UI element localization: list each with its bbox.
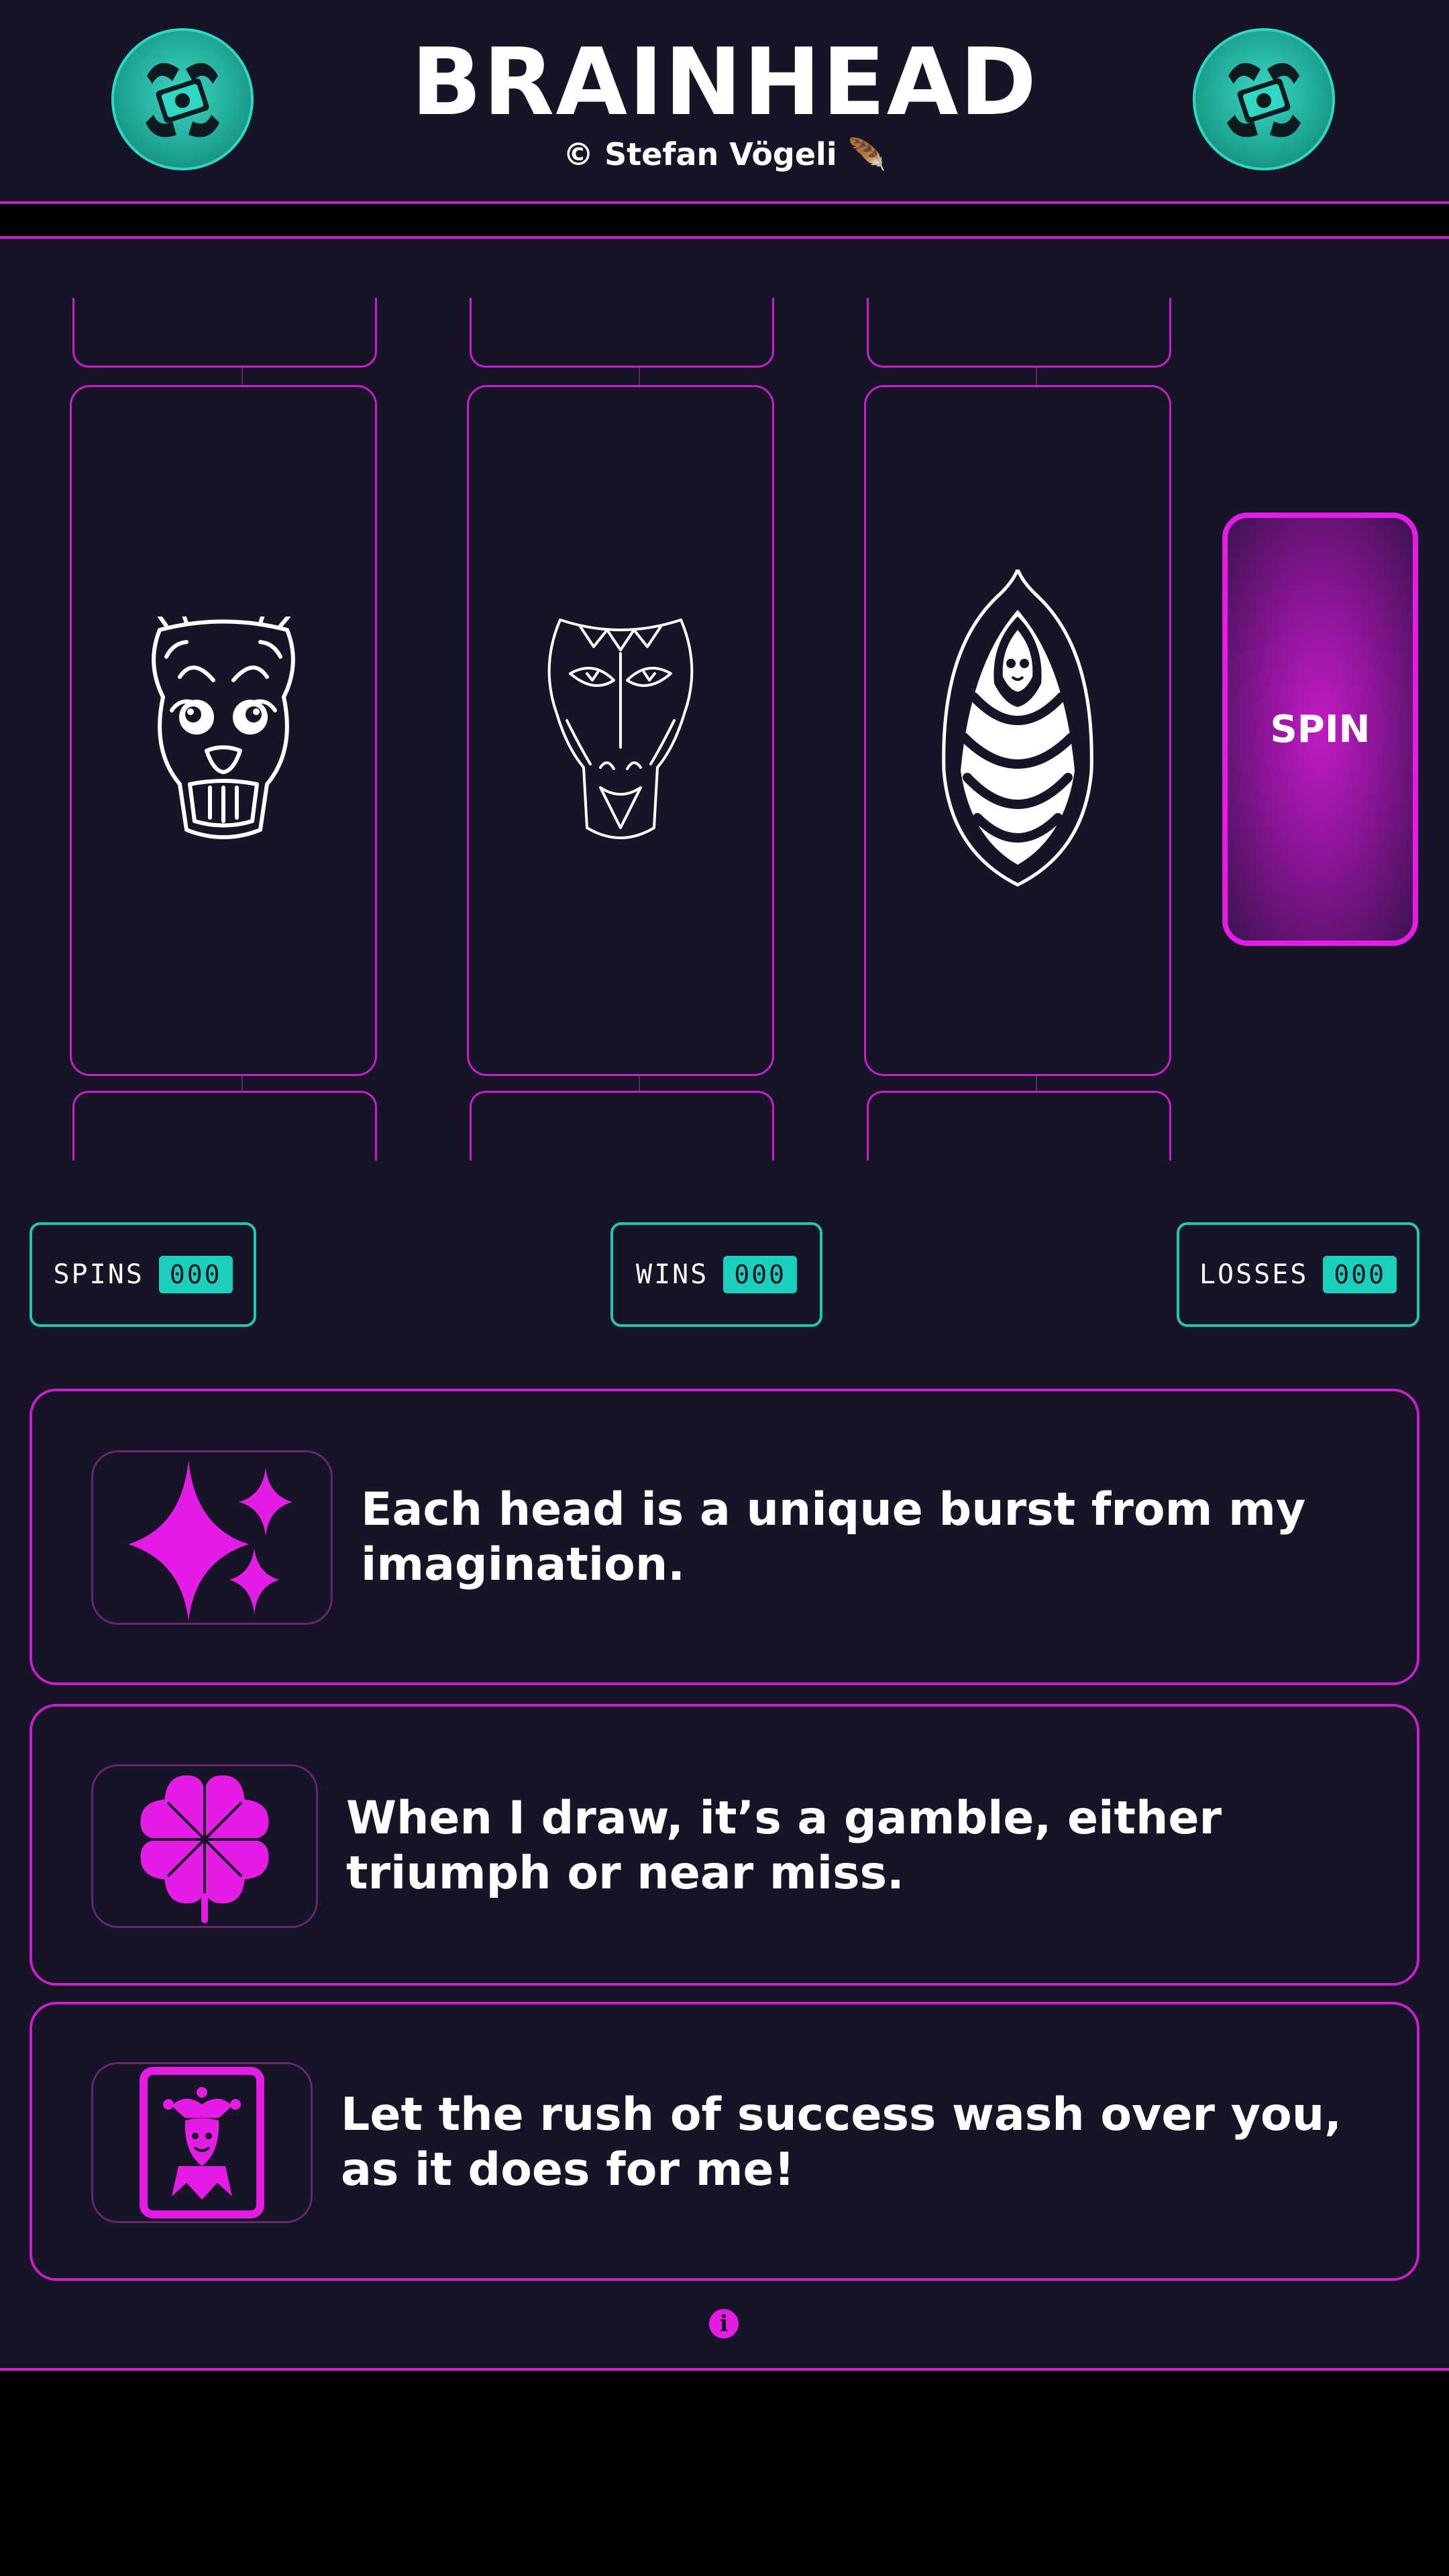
reel-connector bbox=[1036, 368, 1037, 385]
wins-value: 000 bbox=[723, 1256, 797, 1293]
owl-mask-head-drawing bbox=[547, 619, 694, 839]
footer-divider bbox=[0, 2368, 1449, 2371]
reel-3 bbox=[864, 385, 1171, 1076]
reel-2 bbox=[467, 385, 774, 1076]
info-card-gamble: When I draw, it’s a gamble, either trium… bbox=[30, 1704, 1419, 1986]
reel-connector bbox=[639, 368, 640, 385]
card-icon-frame bbox=[91, 1450, 333, 1625]
reel-connector bbox=[639, 1076, 640, 1091]
sparkles-icon bbox=[128, 1460, 292, 1621]
info-card-success: Let the rush of success wash over you, a… bbox=[30, 2002, 1419, 2281]
joker-card-icon bbox=[140, 2067, 264, 2218]
card-icon-frame bbox=[91, 2062, 313, 2223]
card-text-gamble: When I draw, it’s a gamble, either trium… bbox=[346, 1792, 1222, 1900]
losses-label: LOSSES bbox=[1199, 1259, 1309, 1290]
header: BRAINHEAD © Stefan Vögeli 🪶 bbox=[0, 0, 1449, 204]
reel-connector bbox=[241, 1076, 243, 1091]
spin-button[interactable]: SPIN bbox=[1222, 513, 1418, 946]
info-icon[interactable]: i bbox=[709, 2309, 739, 2339]
header-divider bbox=[0, 204, 1449, 239]
reel-2-prev-slot bbox=[470, 298, 774, 368]
reel-2-next-slot bbox=[470, 1091, 774, 1161]
wins-label: WINS bbox=[636, 1259, 709, 1290]
reel-1-next-slot bbox=[72, 1091, 377, 1161]
reel-3-next-slot bbox=[867, 1091, 1171, 1161]
reel-connector bbox=[241, 368, 243, 385]
losses-value: 000 bbox=[1323, 1256, 1397, 1293]
striped-leaf-face-drawing bbox=[942, 570, 1093, 887]
card-icon-frame bbox=[91, 1764, 318, 1928]
spins-counter: SPINS 000 bbox=[30, 1222, 256, 1327]
card-text-success: Let the rush of success wash over you, a… bbox=[341, 2088, 1342, 2196]
spins-value: 000 bbox=[158, 1256, 233, 1293]
wide-eyed-head-drawing bbox=[152, 616, 295, 839]
money-wings-icon[interactable] bbox=[1193, 28, 1335, 170]
four-leaf-clover-icon bbox=[140, 1775, 269, 1923]
card-text-imagination: Each head is a unique burst from my imag… bbox=[361, 1483, 1306, 1591]
spins-label: SPINS bbox=[53, 1259, 144, 1290]
app-page: BRAINHEAD © Stefan Vögeli 🪶 SPIN SPINS 0… bbox=[0, 0, 1449, 2371]
reel-3-prev-slot bbox=[867, 298, 1171, 368]
reel-connector bbox=[1036, 1076, 1037, 1091]
wins-counter: WINS 000 bbox=[610, 1222, 822, 1327]
losses-counter: LOSSES 000 bbox=[1177, 1222, 1419, 1327]
reel-1 bbox=[70, 385, 377, 1076]
reel-1-prev-slot bbox=[72, 298, 377, 368]
info-card-imagination: Each head is a unique burst from my imag… bbox=[30, 1389, 1419, 1685]
